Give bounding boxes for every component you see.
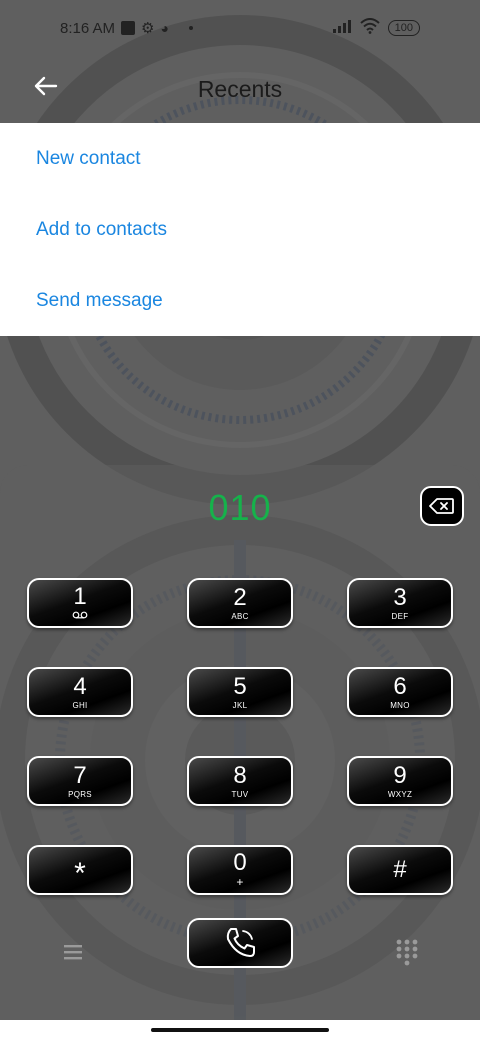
key-letters: JKL <box>232 700 248 710</box>
call-button[interactable] <box>187 918 293 968</box>
key-7[interactable]: 7 PQRS <box>27 756 133 806</box>
key-9[interactable]: 9 WXYZ <box>347 756 453 806</box>
hamburger-icon <box>64 945 82 960</box>
key-letters: WXYZ <box>387 789 413 799</box>
key-star[interactable]: * <box>27 845 133 895</box>
key-letters: TUV <box>231 789 249 799</box>
key-digit: 1 <box>73 583 87 610</box>
key-5[interactable]: 5 JKL <box>187 667 293 717</box>
battery-indicator: 100 <box>387 20 420 36</box>
key-digit: 0 <box>233 849 247 876</box>
key-3[interactable]: 3 DEF <box>347 578 453 628</box>
key-letters: + <box>236 875 244 889</box>
send-message-menu-item[interactable]: Send message <box>0 265 480 336</box>
key-6[interactable]: 6 MNO <box>347 667 453 717</box>
more-notifications-icon <box>188 26 193 30</box>
backspace-button[interactable] <box>420 486 464 526</box>
voicemail-icon <box>72 611 88 621</box>
key-letters: GHI <box>72 700 88 710</box>
back-button[interactable] <box>30 70 62 102</box>
notification-icon <box>121 21 136 35</box>
key-digit: 6 <box>393 672 407 700</box>
page-title: Recents <box>197 75 283 102</box>
signal-icon <box>332 19 352 37</box>
key-digit: 7 <box>73 761 87 789</box>
phone-icon <box>226 928 255 957</box>
status-bar: 8:16 AM ⚙ ◕ 100 <box>0 0 480 56</box>
dialpad-toggle-button[interactable] <box>395 938 419 968</box>
app-notification-icon: ◕ <box>160 20 169 36</box>
app-header: Recents <box>0 56 480 122</box>
key-letters: ABC <box>231 611 249 621</box>
key-digit: 4 <box>73 672 87 700</box>
arrow-left-icon <box>34 76 58 96</box>
key-hash[interactable]: # <box>347 845 453 895</box>
add-to-contacts-menu-item[interactable]: Add to contacts <box>0 194 480 265</box>
key-letters: MNO <box>390 700 410 710</box>
key-digit: 3 <box>393 583 407 611</box>
settings-icon: ⚙ <box>141 20 155 37</box>
key-0[interactable]: 0 + <box>187 845 293 895</box>
key-digit: 2 <box>233 583 247 611</box>
new-contact-menu-item[interactable]: New contact <box>0 123 480 194</box>
key-digit: 8 <box>233 761 247 789</box>
key-1[interactable]: 1 <box>27 578 133 628</box>
dialed-number: 010 <box>208 487 272 528</box>
key-letters: DEF <box>391 611 409 621</box>
key-4[interactable]: 4 GHI <box>27 667 133 717</box>
key-2[interactable]: 2 ABC <box>187 578 293 628</box>
dialpad-icon <box>396 939 418 966</box>
key-digit: # <box>393 856 407 883</box>
key-8[interactable]: 8 TUV <box>187 756 293 806</box>
key-letters: PQRS <box>68 789 92 799</box>
backspace-icon <box>429 498 454 514</box>
menu-button[interactable] <box>60 940 86 964</box>
home-indicator[interactable] <box>151 1028 329 1032</box>
popup-menu: New contact Add to contacts Send message <box>0 123 480 336</box>
key-digit: 5 <box>233 672 247 700</box>
key-digit: * <box>74 857 86 890</box>
key-digit: 9 <box>393 761 407 789</box>
wifi-icon <box>359 18 380 38</box>
status-time: 8:16 AM <box>60 19 116 37</box>
